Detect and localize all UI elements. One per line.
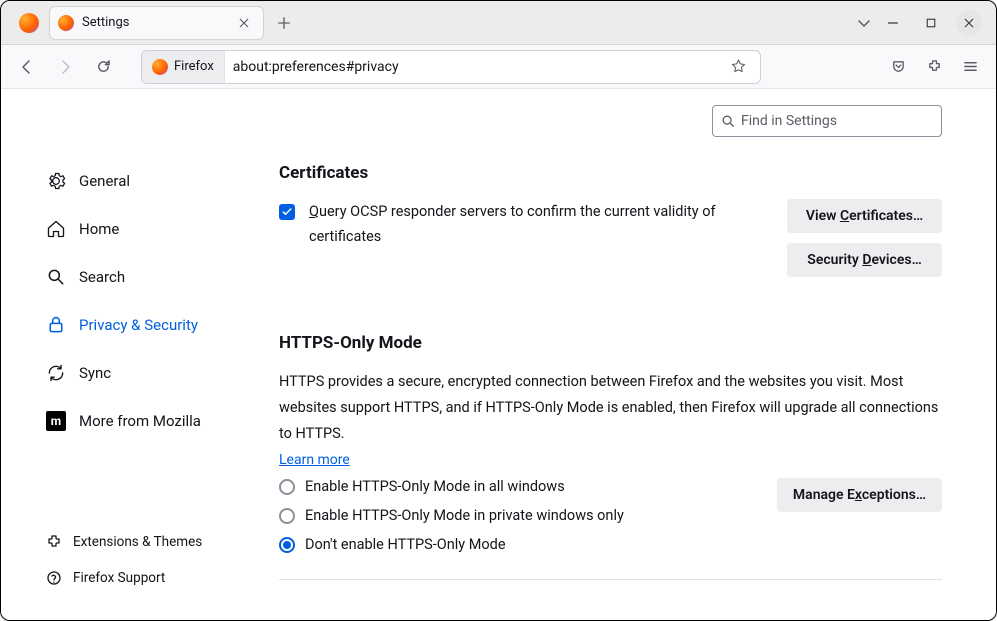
ocsp-checkbox[interactable] xyxy=(279,204,295,220)
forward-button[interactable] xyxy=(49,51,81,83)
search-icon xyxy=(721,114,735,128)
find-in-settings-input[interactable] xyxy=(741,113,933,129)
search-icon xyxy=(45,266,67,288)
sidebar-extensions-themes[interactable]: Extensions & Themes xyxy=(45,524,249,560)
sidebar-item-label: Sync xyxy=(79,364,111,382)
sidebar-item-mozilla[interactable]: m More from Mozilla xyxy=(45,401,249,441)
list-all-tabs-button[interactable] xyxy=(848,7,880,39)
main-content: Certificates Query OCSP responder server… xyxy=(249,89,996,620)
firefox-icon xyxy=(58,15,74,31)
firefox-app-icon xyxy=(9,13,49,33)
lock-icon xyxy=(45,314,67,336)
minimize-button[interactable] xyxy=(880,10,906,36)
sidebar-item-label: Privacy & Security xyxy=(79,316,198,334)
certificates-heading: Certificates xyxy=(279,163,942,183)
url-bar[interactable]: Firefox xyxy=(141,50,761,84)
sidebar-item-general[interactable]: General xyxy=(45,161,249,201)
puzzle-icon xyxy=(45,533,63,551)
gear-icon xyxy=(45,170,67,192)
reload-button[interactable] xyxy=(87,51,119,83)
back-button[interactable] xyxy=(11,51,43,83)
extensions-icon[interactable] xyxy=(918,51,950,83)
radio-https-disabled[interactable]: Don't enable HTTPS-Only Mode xyxy=(279,536,777,553)
identity-box[interactable]: Firefox xyxy=(142,51,225,83)
sidebar-item-label: Search xyxy=(79,268,125,286)
find-in-settings[interactable] xyxy=(712,105,942,137)
sidebar-item-label: Home xyxy=(79,220,119,238)
sidebar-item-label: More from Mozilla xyxy=(79,412,201,430)
radio-https-all-windows[interactable]: Enable HTTPS-Only Mode in all windows xyxy=(279,478,777,495)
radio-icon xyxy=(279,479,295,495)
sidebar-item-label: General xyxy=(79,172,130,190)
close-tab-icon[interactable] xyxy=(235,14,253,32)
sidebar-sub-label: Firefox Support xyxy=(73,570,165,586)
ocsp-label[interactable]: Query OCSP responder servers to confirm … xyxy=(309,199,773,250)
home-icon xyxy=(45,218,67,240)
https-only-heading: HTTPS-Only Mode xyxy=(279,333,942,353)
new-tab-button[interactable] xyxy=(268,7,300,39)
toolbar: Firefox xyxy=(1,45,996,89)
sync-icon xyxy=(45,362,67,384)
sidebar-item-home[interactable]: Home xyxy=(45,209,249,249)
save-to-pocket-icon[interactable] xyxy=(882,51,914,83)
sidebar-item-privacy[interactable]: Privacy & Security xyxy=(45,305,249,345)
radio-label: Don't enable HTTPS-Only Mode xyxy=(305,536,506,553)
security-devices-button[interactable]: Security Devices… xyxy=(787,243,942,277)
firefox-icon xyxy=(152,59,168,75)
radio-icon xyxy=(279,508,295,524)
titlebar: Settings xyxy=(1,1,996,45)
app-menu-icon[interactable] xyxy=(954,51,986,83)
learn-more-link[interactable]: Learn more xyxy=(279,452,350,468)
sidebar-item-search[interactable]: Search xyxy=(45,257,249,297)
identity-label: Firefox xyxy=(174,59,214,74)
divider xyxy=(279,579,942,580)
mozilla-icon: m xyxy=(45,410,67,432)
maximize-button[interactable] xyxy=(918,10,944,36)
manage-exceptions-button[interactable]: Manage Exceptions… xyxy=(777,478,942,512)
sidebar-sub-label: Extensions & Themes xyxy=(73,534,202,550)
bookmark-star-icon[interactable] xyxy=(724,53,752,81)
url-input[interactable] xyxy=(225,59,724,75)
sidebar: General Home Search Privacy & Security S… xyxy=(1,89,249,620)
tab-title: Settings xyxy=(82,15,227,30)
radio-https-private-only[interactable]: Enable HTTPS-Only Mode in private window… xyxy=(279,507,777,524)
view-certificates-button[interactable]: View Certificates… xyxy=(787,199,942,233)
help-icon xyxy=(45,569,63,587)
radio-label: Enable HTTPS-Only Mode in all windows xyxy=(305,478,565,495)
https-only-description: HTTPS provides a secure, encrypted conne… xyxy=(279,369,942,447)
radio-icon xyxy=(279,537,295,553)
close-window-button[interactable] xyxy=(956,10,982,36)
tab-settings[interactable]: Settings xyxy=(49,6,264,40)
radio-label: Enable HTTPS-Only Mode in private window… xyxy=(305,507,624,524)
sidebar-firefox-support[interactable]: Firefox Support xyxy=(45,560,249,596)
sidebar-item-sync[interactable]: Sync xyxy=(45,353,249,393)
